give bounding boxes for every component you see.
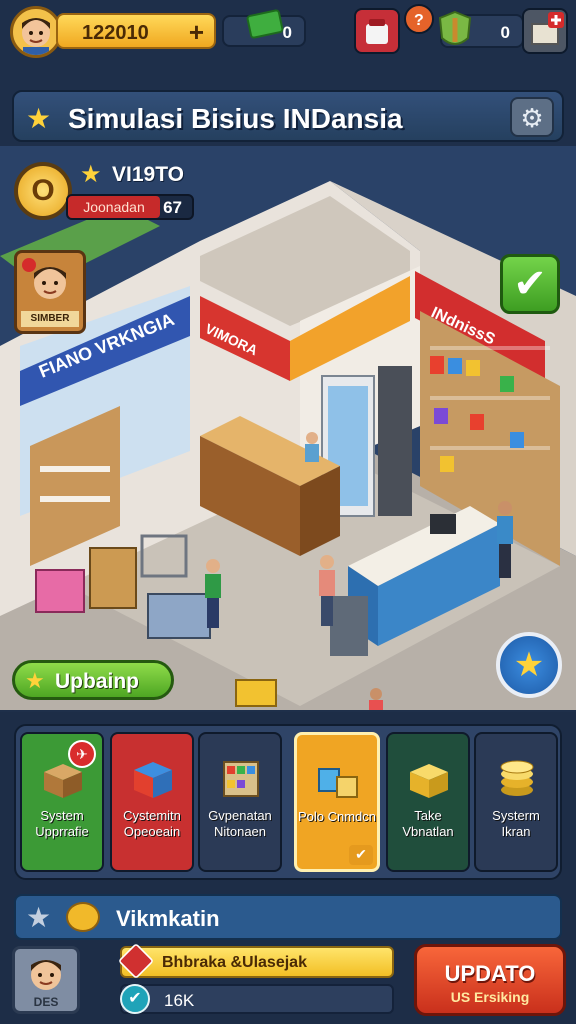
check-circle-icon: ✔ — [120, 984, 150, 1014]
add-coins-button[interactable]: + — [189, 17, 204, 48]
upgrade-button[interactable]: ★ Upbainp — [12, 660, 174, 700]
settings-button[interactable]: ⚙ — [510, 97, 554, 137]
gift-plus-icon — [531, 12, 564, 45]
hint-button[interactable]: ? — [404, 4, 434, 34]
level-symbol: O — [31, 174, 55, 207]
gold-box-icon — [410, 764, 448, 798]
favorites-button[interactable]: ★ — [496, 632, 562, 698]
update-button[interactable]: UPDATO US Ersiking — [414, 944, 566, 1016]
card-label: Take Vbnatlan — [402, 808, 454, 839]
bag-icon — [366, 19, 388, 44]
store-scene[interactable]: FIANO VRKNGIA VIMORA INdnissS — [0, 146, 576, 710]
footer-avatar-name: DES — [33, 995, 59, 1009]
info-bar[interactable]: ★ Vikmkatin — [14, 894, 562, 940]
selected-check-icon: ✔ — [349, 845, 373, 865]
card-system-upgrade[interactable]: ✈ System Upprrafie — [20, 732, 104, 872]
boxes-icon — [318, 768, 358, 798]
cash-value: 0 — [282, 23, 292, 42]
coin-value: 122010 — [82, 22, 149, 44]
star-icon: ★ — [80, 161, 102, 188]
shop-bag-button[interactable] — [354, 8, 400, 54]
coin-stack-icon — [500, 760, 534, 796]
gear-icon: ⚙ — [520, 103, 544, 133]
card-label: Cystemitn Opeoeain — [123, 808, 181, 839]
star-icon: ★ — [513, 646, 545, 684]
isometric-store-illustration: FIANO VRKNGIA VIMORA INdnissS — [0, 146, 576, 710]
shelf-icon — [223, 761, 259, 797]
update-button-title: UPDATO — [444, 961, 536, 986]
card-label: System Upprrafie — [35, 808, 89, 839]
top-hud: 122010 + 0 ? 0 — [0, 0, 576, 64]
gem-value: 0 — [500, 23, 510, 42]
player-name: VI19TO — [112, 163, 184, 186]
card-label: Gvpenatan Nitonaen — [208, 808, 272, 839]
shield-icon — [438, 10, 472, 45]
footer-stat-value: 16K — [164, 991, 195, 1010]
shield-button[interactable] — [436, 8, 474, 52]
staff-card[interactable]: SIMBER — [14, 250, 86, 334]
gift-button[interactable] — [522, 8, 568, 54]
update-button-subtitle: US Ersiking — [450, 989, 530, 1005]
footer-avatar[interactable]: DES — [12, 946, 80, 1014]
footer-task-label: Bhbraka &Ulasejak — [162, 954, 307, 971]
card-selected[interactable]: Polo Cnmdcn ✔ — [294, 732, 380, 872]
cube-icon — [134, 762, 172, 798]
card-take-vbnatlan[interactable]: Take Vbnatlan — [386, 732, 470, 872]
coin-balance: 122010 + — [56, 13, 216, 49]
staff-name: SIMBER — [21, 311, 79, 327]
star-icon: ★ — [26, 103, 52, 134]
star-icon: ★ — [26, 902, 52, 933]
avatar-face-icon — [31, 960, 61, 990]
upgrade-label: Upbainp — [55, 670, 139, 693]
svg-text:?: ? — [414, 12, 424, 29]
footer-task-bar[interactable]: Bhbraka &Ulasejak — [120, 946, 394, 978]
info-bar-label: Vikmkatin — [116, 906, 220, 931]
card-system-ikran[interactable]: Systerm Ikran — [474, 732, 558, 872]
rank-value: 67 — [163, 198, 182, 217]
star-icon: ★ — [25, 668, 45, 693]
staff-portrait-icon — [22, 258, 66, 299]
rank-pill: Joonadan 67 — [66, 194, 194, 220]
footer-stat-bar: 16K — [120, 984, 394, 1014]
player-level-badge[interactable]: O — [14, 162, 72, 220]
game-title: Simulasi Bisius INDansia — [68, 103, 403, 134]
question-icon: ? — [414, 12, 424, 29]
avatar-face-icon — [22, 18, 50, 55]
player-avatar[interactable] — [10, 6, 62, 58]
confirm-button[interactable]: ✔ — [500, 254, 560, 314]
rank-label: Joonadan — [68, 196, 160, 218]
alert-badge-icon: ✈ — [68, 740, 96, 768]
title-bar: ★ Simulasi Bisius INDansia ⚙ — [12, 90, 564, 142]
card-label: Systerm Ikran — [492, 808, 540, 839]
checkmark-icon: ✔ — [513, 262, 547, 306]
card-label: Polo Cnmdcn — [297, 809, 377, 824]
coins-icon — [66, 902, 100, 932]
card-system-operation[interactable]: Cystemitn Opeoeain — [110, 732, 194, 872]
card-expansion[interactable]: Gvpenatan Nitonaen — [198, 732, 282, 872]
